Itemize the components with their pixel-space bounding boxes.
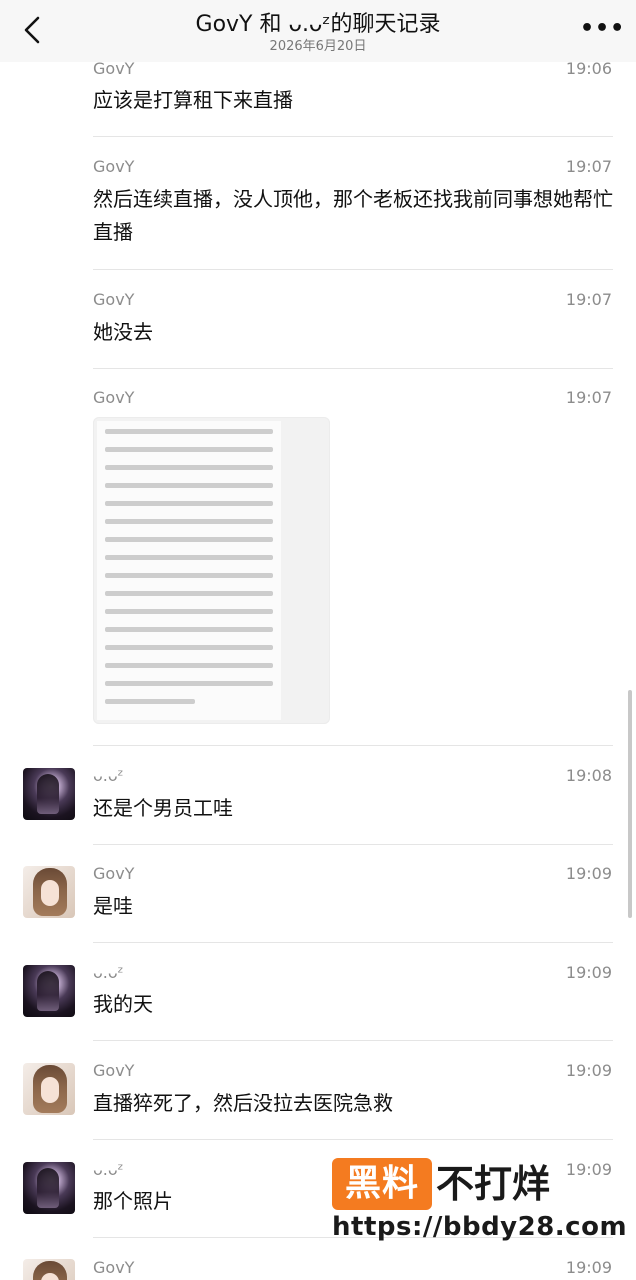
message-time: 19:08 [565, 766, 612, 785]
avatar[interactable] [23, 1063, 75, 1115]
sender-name: GovY [93, 1061, 135, 1080]
message-text: 是哇 [93, 894, 133, 918]
message-divider [93, 1139, 613, 1140]
page-title: GovY 和 ᴗ.ᴗᶻ的聊天记录 [195, 12, 441, 37]
sender-name: GovY [93, 1258, 135, 1277]
message-text: 还是个男员工哇 [93, 796, 233, 820]
avatar[interactable] [23, 965, 75, 1017]
sender-name: ᴗ.ᴗᶻ [93, 963, 124, 982]
message-divider [93, 136, 613, 137]
scrollbar[interactable] [628, 690, 632, 918]
sender-name: ᴗ.ᴗᶻ [93, 1160, 124, 1179]
image-thumbnail [97, 421, 281, 720]
image-message[interactable] [93, 417, 330, 724]
message-divider [93, 745, 613, 746]
avatar[interactable] [23, 1162, 75, 1214]
more-button[interactable]: ••• [580, 16, 624, 42]
avatar[interactable] [23, 866, 75, 918]
message-time: 19:07 [565, 388, 612, 407]
watermark-url: https://bbdy28.com [332, 1212, 628, 1242]
message-text: 她没去 [93, 320, 153, 344]
top-bar: GovY 和 ᴗ.ᴗᶻ的聊天记录 2026年6月20日 ••• [0, 0, 636, 62]
message-divider [93, 269, 613, 270]
avatar[interactable] [23, 1259, 75, 1280]
watermark: 黑料 不打烊 https://bbdy28.com [332, 1156, 627, 1246]
sender-name: GovY [93, 157, 135, 176]
message-divider [93, 942, 613, 943]
message-text: 我的天 [93, 992, 153, 1016]
sender-name: GovY [93, 864, 135, 883]
watermark-badge: 黑料 [332, 1158, 432, 1210]
avatar[interactable] [23, 768, 75, 820]
message-time: 19:09 [565, 963, 612, 982]
sender-name: GovY [93, 290, 135, 309]
more-dots-icon: ••• [580, 16, 626, 41]
sender-name: ᴗ.ᴗᶻ [93, 766, 124, 785]
message-text: 直播猝死了，然后没拉去医院急救 [93, 1091, 393, 1115]
message-text: 应该是打算租下来直播 [93, 88, 293, 112]
page-subtitle-date: 2026年6月20日 [269, 39, 367, 54]
chat-history-page: GovY 和 ᴗ.ᴗᶻ的聊天记录 2026年6月20日 ••• GovY 19:… [0, 0, 636, 1280]
message-divider [93, 844, 613, 845]
message-text: 然后连续直播，没人顶他，那个老板还找我前同事想她帮忙直播 [93, 187, 613, 244]
message-time: 19:07 [565, 290, 612, 309]
watermark-text: 不打烊 [436, 1162, 551, 1206]
sender-name: GovY [93, 388, 135, 407]
message-divider [93, 1040, 613, 1041]
message-divider [93, 368, 613, 369]
message-time: 19:09 [565, 1061, 612, 1080]
message-time: 19:07 [565, 157, 612, 176]
message-time: 19:09 [565, 864, 612, 883]
message-time: 19:09 [565, 1258, 612, 1277]
